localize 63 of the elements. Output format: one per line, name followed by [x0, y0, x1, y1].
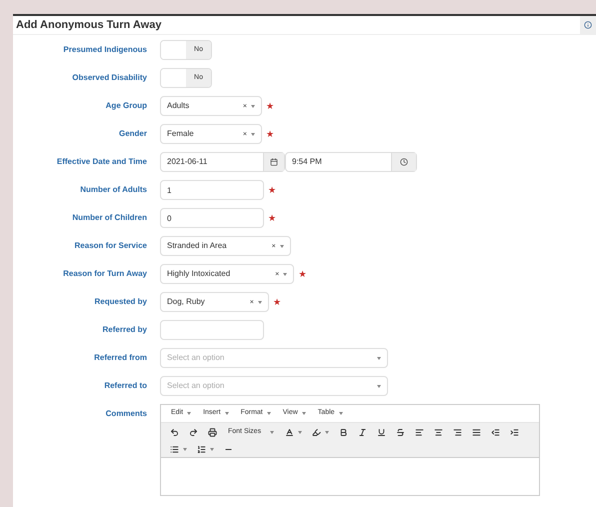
field-label: Referred to: [104, 380, 147, 392]
caret-icon: [283, 272, 288, 276]
clock-icon[interactable]: [400, 158, 408, 166]
caret-icon: [266, 412, 271, 415]
field-label: Referred by: [102, 324, 147, 336]
field-label: Reason for Turn Away: [63, 268, 147, 280]
numbered-list-icon[interactable]: [197, 444, 206, 454]
caret-icon: [377, 356, 381, 360]
indent-icon[interactable]: [510, 428, 519, 436]
caret-icon: [251, 132, 255, 136]
caret-icon: [338, 412, 343, 415]
caret-icon: [280, 244, 284, 248]
date-field[interactable]: 2021-06-11: [160, 152, 285, 172]
caret-icon: [325, 430, 329, 434]
caret-icon: [302, 412, 306, 415]
redo-icon[interactable]: [189, 428, 198, 436]
field-label: Presumed Indigenous: [63, 44, 147, 56]
align-center-icon[interactable]: [434, 428, 443, 436]
required-icon: ★: [272, 298, 281, 306]
caret-icon: [270, 430, 274, 434]
field-label: Comments: [106, 408, 147, 420]
required-icon: ★: [298, 270, 306, 278]
print-icon[interactable]: [208, 428, 217, 436]
required-icon: ★: [268, 214, 276, 222]
field-label: Effective Date and Time: [56, 156, 147, 168]
bold-icon[interactable]: [339, 428, 348, 436]
caret-icon: [187, 412, 192, 415]
form-title: Add Anonymous Turn Away: [16, 18, 162, 33]
caret-icon: [377, 384, 381, 388]
required-icon: ★: [266, 102, 274, 110]
text-field[interactable]: 1: [160, 180, 264, 200]
underline-icon[interactable]: [377, 428, 386, 436]
field-label: Age Group: [106, 100, 147, 112]
field-label: Observed Disability: [72, 72, 147, 84]
align-left-icon[interactable]: [415, 428, 424, 436]
text-field[interactable]: [160, 320, 264, 340]
bullet-list-icon[interactable]: [170, 444, 179, 454]
undo-icon[interactable]: [170, 428, 179, 436]
field-label: Reason for Service: [74, 240, 147, 252]
align-justify-icon[interactable]: [472, 428, 481, 436]
caret-icon: [183, 448, 187, 450]
text-field[interactable]: 0: [160, 208, 264, 228]
highlight-icon[interactable]: [312, 428, 321, 436]
time-field[interactable]: 9:54 PM: [285, 152, 417, 172]
strikethrough-icon[interactable]: [396, 428, 405, 436]
field-label: Number of Children: [72, 212, 147, 224]
text-color-icon[interactable]: [285, 428, 294, 436]
required-icon: ★: [268, 186, 276, 194]
help-icon[interactable]: [584, 21, 592, 29]
required-icon: ★: [266, 130, 274, 138]
field-label: Gender: [118, 128, 147, 140]
field-label: Number of Adults: [80, 184, 147, 196]
caret-icon: [251, 104, 255, 108]
caret-icon: [298, 430, 302, 434]
caret-icon: [224, 412, 229, 415]
align-right-icon[interactable]: [453, 428, 462, 436]
field-label: Requested by: [94, 296, 147, 308]
calendar-icon[interactable]: [270, 158, 278, 166]
caret-icon: [210, 448, 214, 450]
outdent-icon[interactable]: [491, 428, 500, 436]
caret-icon: [258, 300, 262, 304]
italic-icon[interactable]: [358, 428, 367, 436]
field-label: Referred from: [94, 352, 147, 364]
